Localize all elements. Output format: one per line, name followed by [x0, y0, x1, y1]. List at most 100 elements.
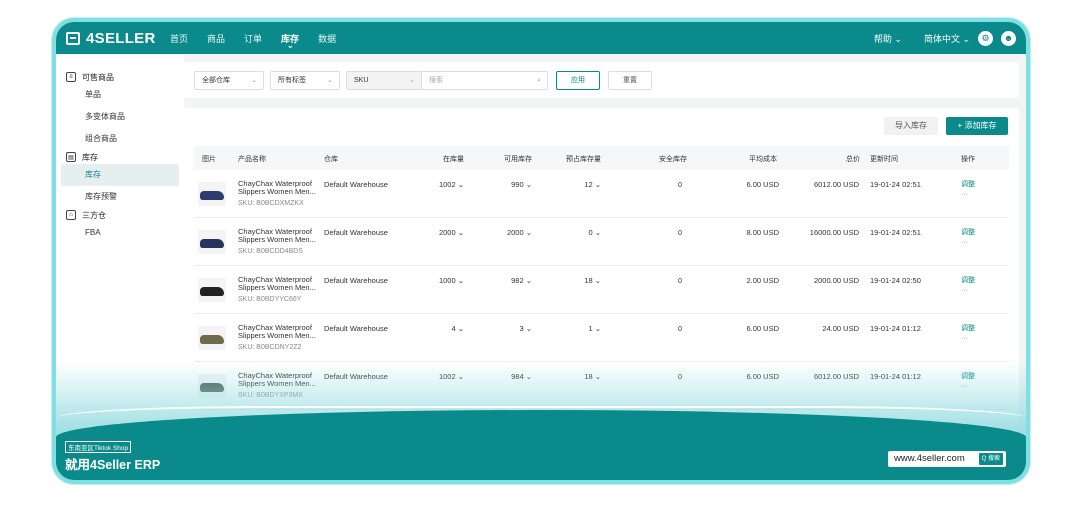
- sidebar-item-alerts[interactable]: 库存预警: [56, 186, 184, 208]
- tag-select[interactable]: 所有标签 ⌄: [270, 71, 340, 90]
- total-cell: 6012.00 USD: [813, 180, 859, 189]
- total-cell: 24.00 USD: [822, 324, 859, 333]
- onhand-cell[interactable]: 1002 ⌄: [439, 180, 464, 189]
- table-row: ChayChax Waterproof Slippers Women Men..…: [194, 170, 1009, 218]
- chevron-down-icon: ⌄: [327, 77, 333, 84]
- chevron-down-icon: ⌄: [251, 77, 257, 84]
- main-nav: 首页 商品 订单 库存 数据: [170, 32, 355, 50]
- reserved-cell[interactable]: 12 ⌄: [584, 180, 601, 189]
- total-cell: 16000.00 USD: [809, 228, 859, 237]
- available-cell[interactable]: 990 ⌄: [511, 180, 532, 189]
- banner-search-button[interactable]: Q 搜索: [978, 453, 1003, 465]
- reset-button[interactable]: 重置: [608, 71, 652, 90]
- more-actions-button[interactable]: ···: [961, 190, 968, 199]
- col-onhand[interactable]: 在库量: [443, 154, 464, 164]
- app-window: 4SELLER 首页 商品 订单 库存 数据 帮助 ⌄ 简体中文 ⌄ ⚙ ☻ ≡…: [56, 22, 1026, 480]
- available-cell[interactable]: 3 ⌄: [519, 324, 532, 333]
- nav-orders[interactable]: 订单: [244, 32, 262, 45]
- col-warehouse: 仓库: [324, 156, 338, 163]
- product-name[interactable]: ChayChax Waterproof Slippers Women Men..…: [238, 180, 318, 196]
- product-name[interactable]: ChayChax Waterproof Slippers Women Men..…: [238, 228, 318, 244]
- sidebar-group-3pl[interactable]: ⌂ 三方仓: [56, 208, 184, 222]
- banner-tag: 东南亚区Tiktok Shop: [65, 441, 132, 453]
- updated-cell: 19-01-24 02:51: [870, 228, 921, 237]
- sidebar-item-bundle[interactable]: 组合商品: [56, 128, 184, 150]
- product-name[interactable]: ChayChax Waterproof Slippers Women Men..…: [238, 324, 318, 340]
- product-name[interactable]: ChayChax Waterproof Slippers Women Men..…: [238, 276, 318, 292]
- available-cell[interactable]: 982 ⌄: [511, 276, 532, 285]
- reserved-cell[interactable]: 18 ⌄: [584, 276, 601, 285]
- avg-cost-cell: 2.00 USD: [746, 276, 779, 285]
- reserved-cell[interactable]: 0 ⌄: [588, 228, 601, 237]
- product-sku: SKU: B0BDYYC66Y: [238, 296, 302, 303]
- avatar-icon[interactable]: ☻: [1001, 30, 1016, 46]
- avg-cost-cell: 6.00 USD: [746, 180, 779, 189]
- safety-cell: 0: [677, 180, 682, 189]
- more-actions-button[interactable]: ···: [961, 238, 968, 247]
- warehouse-cell: Default Warehouse: [324, 324, 388, 333]
- available-cell[interactable]: 2000 ⌄: [507, 228, 532, 237]
- col-safety[interactable]: 安全库存: [659, 154, 687, 164]
- sidebar-group-sellable[interactable]: ≡ 可售商品: [56, 70, 184, 84]
- list-icon: ≡: [66, 72, 76, 82]
- add-inventory-button[interactable]: + 添加库存: [946, 117, 1008, 135]
- sidebar-item-single[interactable]: 单品: [56, 84, 184, 106]
- banner-url[interactable]: www.4seller.com Q 搜索: [888, 451, 1006, 467]
- sidebar-item-fba[interactable]: FBA: [56, 222, 184, 244]
- chevron-down-icon: ⌄: [409, 77, 415, 84]
- reserved-cell[interactable]: 1 ⌄: [588, 324, 601, 333]
- onhand-cell[interactable]: 1000 ⌄: [439, 276, 464, 285]
- apply-button[interactable]: 应用: [556, 71, 600, 90]
- app-logo[interactable]: 4SELLER: [66, 30, 170, 47]
- onhand-cell[interactable]: 4 ⌄: [451, 324, 464, 333]
- product-sku: SKU: B0BCDNY2Z2: [238, 344, 302, 351]
- warehouse-cell: Default Warehouse: [324, 180, 388, 189]
- more-actions-button[interactable]: ···: [961, 334, 968, 343]
- col-available[interactable]: 可用库存: [504, 154, 532, 164]
- onhand-cell[interactable]: 2000 ⌄: [439, 228, 464, 237]
- search-icon: ⌕: [537, 77, 541, 84]
- updated-cell: 19-01-24 01:12: [870, 324, 921, 333]
- col-image: 图片: [202, 156, 216, 163]
- sidebar-item-inventory[interactable]: 库存: [61, 164, 179, 186]
- adjust-link[interactable]: 调整: [961, 180, 975, 189]
- search-input[interactable]: 搜索 ⌕: [421, 71, 548, 90]
- adjust-link[interactable]: 调整: [961, 228, 975, 237]
- warehouse-select[interactable]: 全部仓库 ⌄: [194, 71, 264, 90]
- nav-home[interactable]: 首页: [170, 32, 188, 45]
- import-inventory-button[interactable]: 导入库存: [884, 117, 938, 135]
- table-row: ChayChax Waterproof Slippers Women Men..…: [194, 314, 1009, 362]
- product-sku: SKU: B0BCDD4BDS: [238, 248, 303, 255]
- product-image: [198, 278, 226, 302]
- avg-cost-cell: 6.00 USD: [746, 324, 779, 333]
- sidebar-group-inventory[interactable]: ▤ 库存: [56, 150, 184, 164]
- col-avg-cost[interactable]: 平均成本: [749, 154, 777, 164]
- col-name: 产品名称: [238, 156, 266, 163]
- nav-data[interactable]: 数据: [318, 32, 336, 45]
- logo-icon: [66, 31, 80, 45]
- nav-products[interactable]: 商品: [207, 32, 225, 45]
- col-reserved[interactable]: 预占库存量: [566, 154, 601, 164]
- col-total[interactable]: 总价: [846, 154, 860, 164]
- warehouse-cell: Default Warehouse: [324, 276, 388, 285]
- settings-icon[interactable]: ⚙: [978, 30, 993, 46]
- table-header: 图片 产品名称 仓库 在库量 可用库存 预占库存量 安全库存 平均成本 总价 更…: [194, 146, 1009, 170]
- table-row: ChayChax Waterproof Slippers Women Men..…: [194, 266, 1009, 314]
- field-select[interactable]: SKU ⌄: [346, 71, 422, 90]
- warehouse-cell: Default Warehouse: [324, 228, 388, 237]
- adjust-link[interactable]: 调整: [961, 276, 975, 285]
- col-updated[interactable]: 更新时间: [870, 154, 898, 164]
- top-right-controls: 帮助 ⌄ 简体中文 ⌄ ⚙ ☻: [852, 22, 1016, 54]
- total-cell: 2000.00 USD: [813, 276, 859, 285]
- updated-cell: 19-01-24 02:50: [870, 276, 921, 285]
- adjust-link[interactable]: 调整: [961, 324, 975, 333]
- nav-inventory[interactable]: 库存: [281, 32, 299, 50]
- avg-cost-cell: 8.00 USD: [746, 228, 779, 237]
- bottom-banner: [56, 410, 1026, 480]
- product-image: [198, 230, 226, 254]
- safety-cell: 0: [677, 276, 682, 285]
- language-menu[interactable]: 简体中文 ⌄: [924, 32, 970, 45]
- help-menu[interactable]: 帮助 ⌄: [874, 32, 902, 45]
- more-actions-button[interactable]: ···: [961, 286, 968, 295]
- sidebar-item-variants[interactable]: 多变体商品: [56, 106, 184, 128]
